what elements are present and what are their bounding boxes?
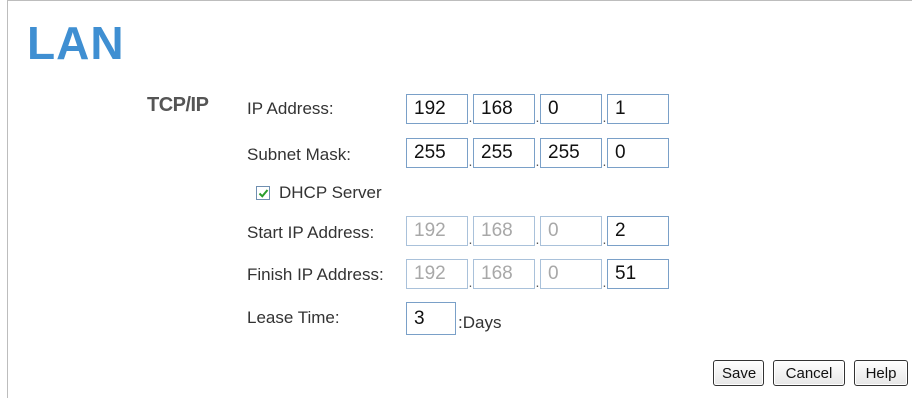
start-ip-field: . . .	[406, 216, 669, 246]
section-label-tcpip: TCP/IP	[147, 94, 209, 116]
save-button[interactable]: Save	[713, 360, 764, 386]
subnet-mask-octet-3[interactable]	[540, 138, 602, 168]
checkmark-icon	[258, 189, 269, 198]
subnet-mask-octet-1[interactable]	[406, 138, 468, 168]
start-ip-octet-1	[406, 216, 468, 246]
finish-ip-octet-1	[406, 259, 468, 289]
subnet-mask-label: Subnet Mask:	[247, 145, 351, 164]
page-title: LAN	[27, 17, 125, 69]
lease-time-input[interactable]	[406, 302, 456, 335]
content-frame	[7, 0, 912, 398]
subnet-mask-octet-2[interactable]	[473, 138, 535, 168]
dhcp-server-checkbox[interactable]	[256, 186, 270, 200]
ip-address-octet-2[interactable]	[473, 94, 535, 124]
finish-ip-octet-3	[540, 259, 602, 289]
help-button[interactable]: Help	[854, 360, 908, 386]
lease-time-label: Lease Time:	[247, 308, 340, 327]
dhcp-server-label: DHCP Server	[279, 183, 382, 202]
subnet-mask-octet-4[interactable]	[607, 138, 669, 168]
start-ip-octet-2	[473, 216, 535, 246]
ip-address-label: IP Address:	[247, 99, 334, 118]
ip-address-octet-3[interactable]	[540, 94, 602, 124]
lease-time-unit: :Days	[458, 313, 502, 332]
finish-ip-label: Finish IP Address:	[247, 265, 384, 284]
finish-ip-octet-2	[473, 259, 535, 289]
ip-address-octet-1[interactable]	[406, 94, 468, 124]
start-ip-label: Start IP Address:	[247, 223, 375, 242]
finish-ip-octet-4[interactable]	[607, 259, 669, 289]
ip-address-octet-4[interactable]	[607, 94, 669, 124]
dhcp-server-row: DHCP Server	[256, 183, 382, 203]
ip-address-field: . . .	[406, 94, 669, 124]
subnet-mask-field: . . .	[406, 138, 669, 168]
start-ip-octet-3	[540, 216, 602, 246]
cancel-button[interactable]: Cancel	[773, 360, 845, 386]
start-ip-octet-4[interactable]	[607, 216, 669, 246]
finish-ip-field: . . .	[406, 259, 669, 289]
